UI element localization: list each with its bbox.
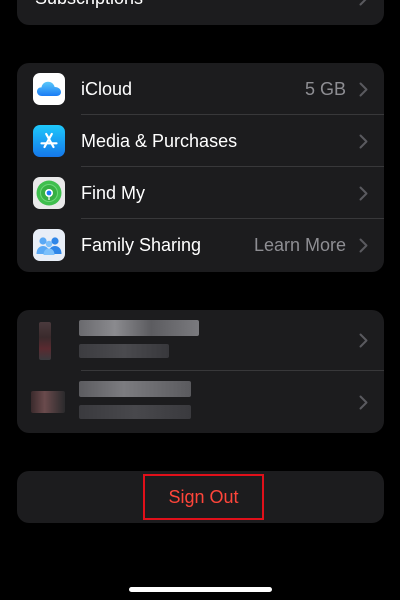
learn-more-link[interactable]: Learn More xyxy=(254,235,346,256)
icloud-storage-value: 5 GB xyxy=(304,78,346,99)
media-purchases-row[interactable]: Media & Purchases xyxy=(17,115,384,167)
find-my-label: Find My xyxy=(81,182,146,203)
device-model-redacted xyxy=(79,344,169,358)
devices-group xyxy=(17,310,384,433)
subscriptions-label: Subscriptions xyxy=(35,0,143,9)
app-store-icon xyxy=(33,125,65,157)
chevron-right-icon xyxy=(356,330,370,350)
sign-out-label: Sign Out xyxy=(168,486,239,507)
device-name-redacted xyxy=(79,320,199,336)
chevron-right-icon xyxy=(356,131,370,151)
device-model-redacted xyxy=(79,405,191,419)
device-name-redacted xyxy=(79,381,191,397)
subscriptions-row[interactable]: Subscriptions xyxy=(17,0,384,25)
chevron-right-icon xyxy=(356,0,370,8)
icloud-row[interactable]: iCloud 5 GB xyxy=(17,63,384,115)
subscriptions-group: Subscriptions xyxy=(17,0,384,25)
family-sharing-row[interactable]: Family Sharing Learn More xyxy=(17,219,384,272)
chevron-right-icon xyxy=(356,79,370,99)
sign-out-button[interactable]: Sign Out xyxy=(143,474,264,520)
device-thumbnail xyxy=(39,322,51,360)
chevron-right-icon xyxy=(356,392,370,412)
device-thumbnail xyxy=(31,391,65,413)
services-group: iCloud 5 GB Media & Purchases Find My Fa… xyxy=(17,63,384,272)
device-row[interactable] xyxy=(17,310,384,371)
icloud-icon xyxy=(33,73,65,105)
chevron-right-icon xyxy=(356,236,370,256)
family-sharing-icon xyxy=(33,229,65,261)
home-indicator[interactable] xyxy=(129,587,272,592)
device-row[interactable] xyxy=(17,371,384,433)
family-sharing-label: Family Sharing xyxy=(81,235,202,255)
media-purchases-label: Media & Purchases xyxy=(81,130,238,151)
chevron-right-icon xyxy=(356,183,370,203)
find-my-icon xyxy=(33,177,65,209)
icloud-label: iCloud xyxy=(81,78,133,99)
find-my-row[interactable]: Find My xyxy=(17,167,384,219)
